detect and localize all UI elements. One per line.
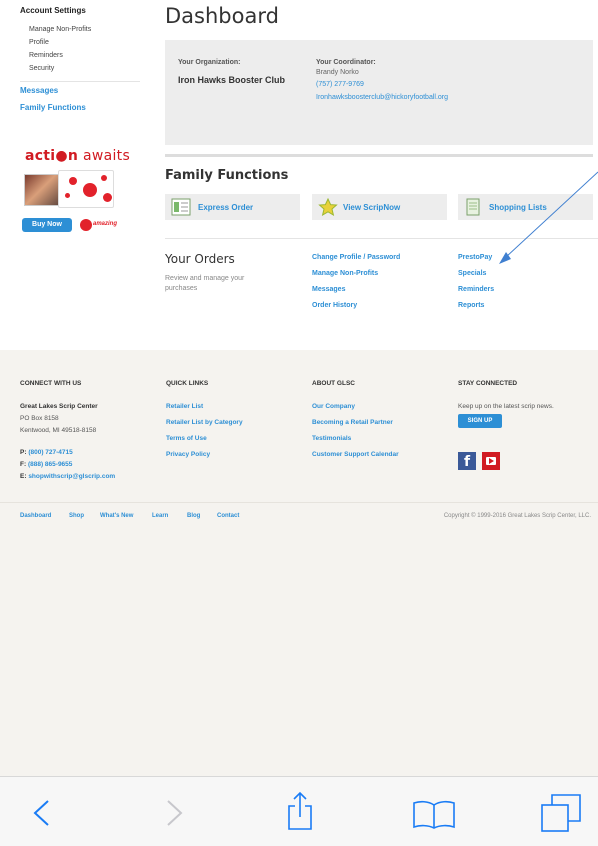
specials-link[interactable]: Specials [458,270,486,277]
footer-link-support-calendar[interactable]: Customer Support Calendar [312,451,399,458]
express-order-button[interactable]: Express Order [165,194,300,220]
footer-fax-link[interactable]: (888) 865-9655 [28,461,72,468]
amc-logo-icon [80,219,92,231]
view-scripnow-button[interactable]: View ScripNow [312,194,447,220]
footer-heading-quick-links: QUICK LINKS [166,380,209,387]
account-settings-title: Account Settings [20,6,86,15]
footer-link-retailer-by-category[interactable]: Retailer List by Category [166,419,243,426]
ad-title: acti●n awaits [24,148,131,164]
footer-link-terms[interactable]: Terms of Use [166,435,207,442]
back-icon[interactable] [30,799,54,827]
divider [165,154,593,157]
footer-address-line2: Kentwood, MI 49518-8158 [20,427,97,434]
organization-info-box: Your Organization: Iron Hawks Booster Cl… [165,40,593,145]
sidebar-link-messages[interactable]: Messages [20,86,140,95]
footer-link-retail-partner[interactable]: Becoming a Retail Partner [312,419,393,426]
footer-nav-learn[interactable]: Learn [152,513,168,519]
stay-connected-text: Keep up on the latest scrip news. [458,403,554,410]
reminders-link[interactable]: Reminders [458,286,494,293]
page: { "sidebar": { "title": "Account Setting… [0,0,598,846]
messages-link[interactable]: Messages [312,286,345,293]
footer-phone-link[interactable]: (800) 727-4715 [28,449,72,456]
sidebar-item-manage-non-profits[interactable]: Manage Non-Profits [20,23,140,36]
shopping-list-icon [464,198,484,218]
page-background [0,529,598,776]
divider [165,238,598,239]
reports-link[interactable]: Reports [458,302,484,309]
change-profile-link[interactable]: Change Profile / Password [312,254,400,261]
buy-now-button[interactable]: Buy Now [22,218,72,232]
footer-nav-shop[interactable]: Shop [69,513,84,519]
org-name: Iron Hawks Booster Club [178,75,286,85]
footer-address-line1: PO Box 8158 [20,415,59,422]
forward-icon[interactable] [162,799,186,827]
sign-up-button[interactable]: SIGN UP [458,414,502,428]
share-icon[interactable] [285,791,315,831]
footer-nav-blog[interactable]: Blog [187,513,200,519]
footer-fax-row: F: (888) 865-9655 [20,461,73,468]
shopping-lists-button[interactable]: Shopping Lists [458,194,593,220]
divider [20,81,140,82]
sidebar-item-security[interactable]: Security [20,62,140,75]
amc-gift-card-image [58,170,114,208]
amc-ad[interactable]: acti●n awaits Buy Now amazing [20,148,135,238]
sidebar: Account Settings Manage Non-Profits Prof… [20,6,140,120]
manage-non-profits-link[interactable]: Manage Non-Profits [312,270,378,277]
bookmarks-icon[interactable] [412,799,456,829]
family-functions-title: Family Functions [165,168,289,183]
order-history-link[interactable]: Order History [312,302,357,309]
footer [0,350,598,529]
star-icon [318,197,338,218]
prestopay-link[interactable]: PrestoPay [458,254,492,261]
footer-phone-row: P: (800) 727-4715 [20,449,73,456]
footer-email-link[interactable]: shopwithscrip@glscrip.com [28,473,115,480]
footer-heading-connect: CONNECT WITH US [20,380,82,387]
footer-nav-whats-new[interactable]: What's New [100,513,133,519]
shopping-lists-label: Shopping Lists [489,203,547,212]
express-order-label: Express Order [198,203,254,212]
tabs-icon[interactable] [540,793,582,835]
view-scripnow-label: View ScripNow [343,203,401,212]
footer-nav-contact[interactable]: Contact [217,513,239,519]
footer-link-our-company[interactable]: Our Company [312,403,355,410]
express-order-icon [171,198,191,218]
browser-toolbar [0,776,598,846]
coordinator-label: Your Coordinator: [316,59,376,66]
footer-nav-dashboard[interactable]: Dashboard [20,513,51,519]
your-orders-title: Your Orders [165,252,235,266]
footer-link-retailer-list[interactable]: Retailer List [166,403,203,410]
coordinator-phone[interactable]: (757) 277-9769 [316,81,364,88]
org-label: Your Organization: [178,59,241,66]
footer-email-row: E: shopwithscrip@glscrip.com [20,473,116,480]
sidebar-item-profile[interactable]: Profile [20,36,140,49]
amc-tagline: amazing [93,221,118,227]
footer-link-testimonials[interactable]: Testimonials [312,435,351,442]
sidebar-item-reminders[interactable]: Reminders [20,49,140,62]
youtube-icon[interactable] [482,452,500,470]
coordinator-email[interactable]: Ironhawksboosterclub@hickoryfootball.org [316,94,448,101]
sidebar-link-family-functions[interactable]: Family Functions [20,103,140,112]
footer-org-name: Great Lakes Scrip Center [20,403,98,410]
coordinator-name: Brandy Norko [316,69,359,76]
footer-heading-stay-connected: STAY CONNECTED [458,380,518,387]
copyright-text: Copyright © 1999-2016 Great Lakes Scrip … [443,513,591,519]
divider [0,502,598,503]
facebook-icon[interactable]: f [458,452,476,470]
page-title: Dashboard [165,4,279,28]
footer-heading-about: ABOUT GLSC [312,380,355,387]
footer-link-privacy[interactable]: Privacy Policy [166,451,210,458]
gift-card-images [20,170,135,218]
your-orders-description: Review and manage your purchases [165,275,245,292]
